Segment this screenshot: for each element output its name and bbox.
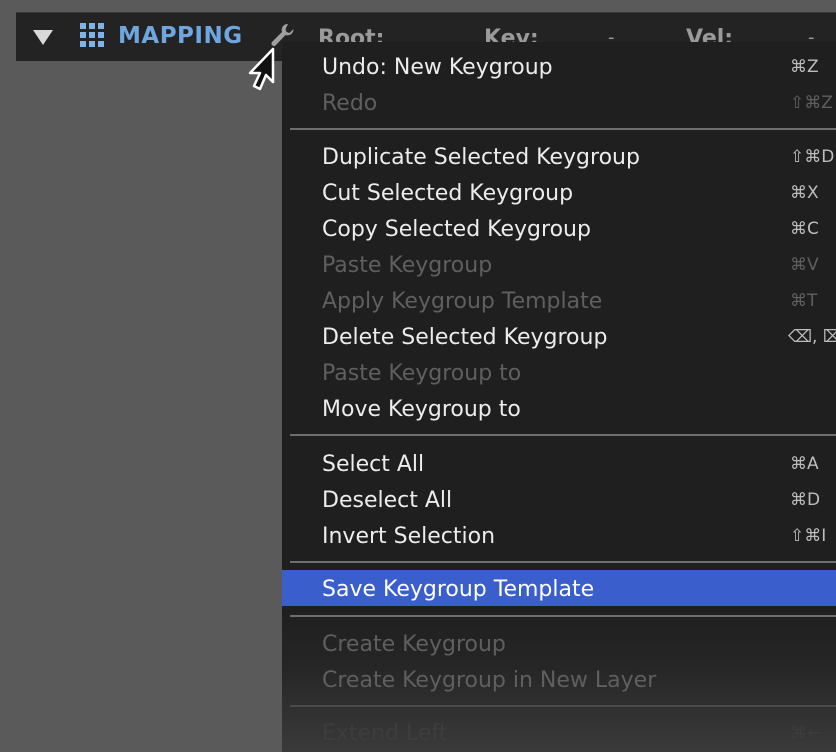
menu-item-create-keygroup-new-layer[interactable]: Create Keygroup in New Layer <box>282 661 836 697</box>
menu-item-invert-selection[interactable]: Invert Selection ⇧⌘I <box>282 517 836 553</box>
menu-item-save-keygroup-template[interactable]: Save Keygroup Template <box>282 570 836 606</box>
menu-item-deselect-all[interactable]: Deselect All ⌘D <box>282 481 836 517</box>
mapping-title[interactable]: MAPPING <box>118 23 243 49</box>
arrow-cursor-icon <box>240 46 280 102</box>
grid-icon <box>80 23 104 47</box>
menu-item-redo[interactable]: Redo ⇧⌘Z <box>282 84 836 120</box>
menu-item-copy-keygroup[interactable]: Copy Selected Keygroup ⌘C <box>282 210 836 246</box>
menu-separator <box>290 434 836 436</box>
menu-item-undo[interactable]: Undo: New Keygroup ⌘Z <box>282 48 836 84</box>
menu-item-create-keygroup[interactable]: Create Keygroup <box>282 625 836 661</box>
menu-item-paste-keygroup-to[interactable]: Paste Keygroup to <box>282 354 836 390</box>
menu-item-duplicate-keygroup[interactable]: Duplicate Selected Keygroup ⇧⌘D <box>282 138 836 174</box>
menu-separator <box>290 561 836 563</box>
menu-separator <box>290 128 836 130</box>
menu-item-select-all[interactable]: Select All ⌘A <box>282 445 836 481</box>
menu-item-paste-keygroup[interactable]: Paste Keygroup ⌘V <box>282 246 836 282</box>
context-menu: Undo: New Keygroup ⌘Z Redo ⇧⌘Z Duplicate… <box>282 42 836 752</box>
menu-separator <box>290 615 836 617</box>
menu-item-move-keygroup-to[interactable]: Move Keygroup to <box>282 390 836 426</box>
menu-item-cut-keygroup[interactable]: Cut Selected Keygroup ⌘X <box>282 174 836 210</box>
menu-item-delete-keygroup[interactable]: Delete Selected Keygroup ⌫, ⌦ <box>282 318 836 354</box>
menu-item-extend-left[interactable]: Extend Left ⌘← <box>282 714 836 750</box>
collapse-triangle-icon[interactable] <box>33 30 53 45</box>
menu-item-apply-template[interactable]: Apply Keygroup Template ⌘T <box>282 282 836 318</box>
menu-separator <box>290 705 836 707</box>
